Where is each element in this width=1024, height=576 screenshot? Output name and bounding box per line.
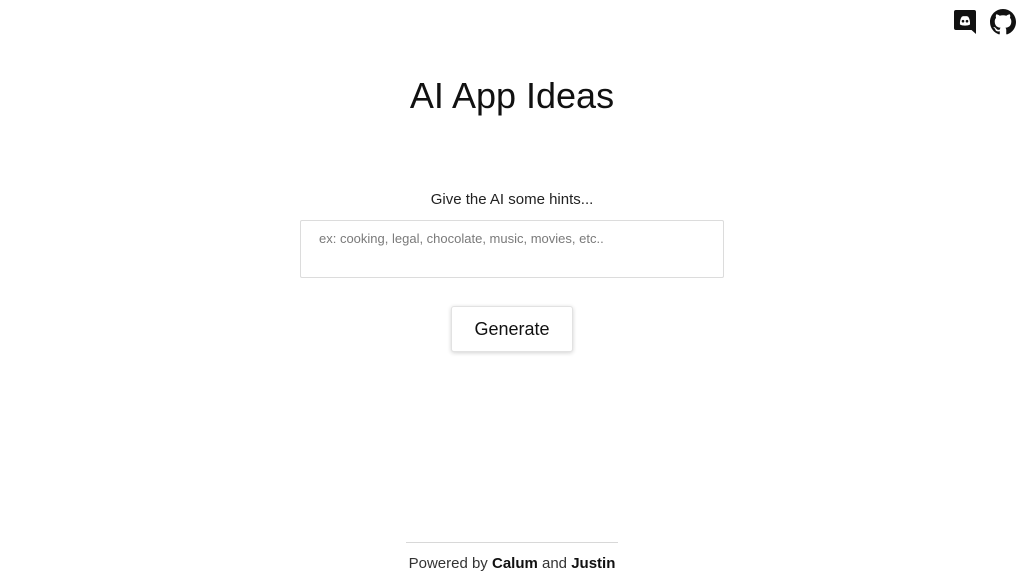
hints-input[interactable] — [300, 220, 724, 278]
page-title: AI App Ideas — [409, 75, 615, 116]
footer-prefix: Powered by — [408, 555, 488, 572]
generate-button[interactable]: Generate — [451, 306, 573, 352]
top-icon-bar — [952, 8, 1016, 36]
discord-icon — [954, 10, 976, 34]
github-link[interactable] — [990, 8, 1016, 36]
footer: Powered by Calum and Justin — [406, 542, 618, 572]
discord-link[interactable] — [952, 8, 978, 36]
github-icon — [990, 9, 1016, 35]
author-link-justin[interactable]: Justin — [571, 555, 615, 572]
hint-label: Give the AI some hints... — [430, 191, 594, 208]
page: AI App Ideas Give the AI some hints... G… — [0, 0, 1024, 576]
footer-conjunction: and — [542, 555, 568, 572]
author-link-calum[interactable]: Calum — [492, 555, 538, 572]
